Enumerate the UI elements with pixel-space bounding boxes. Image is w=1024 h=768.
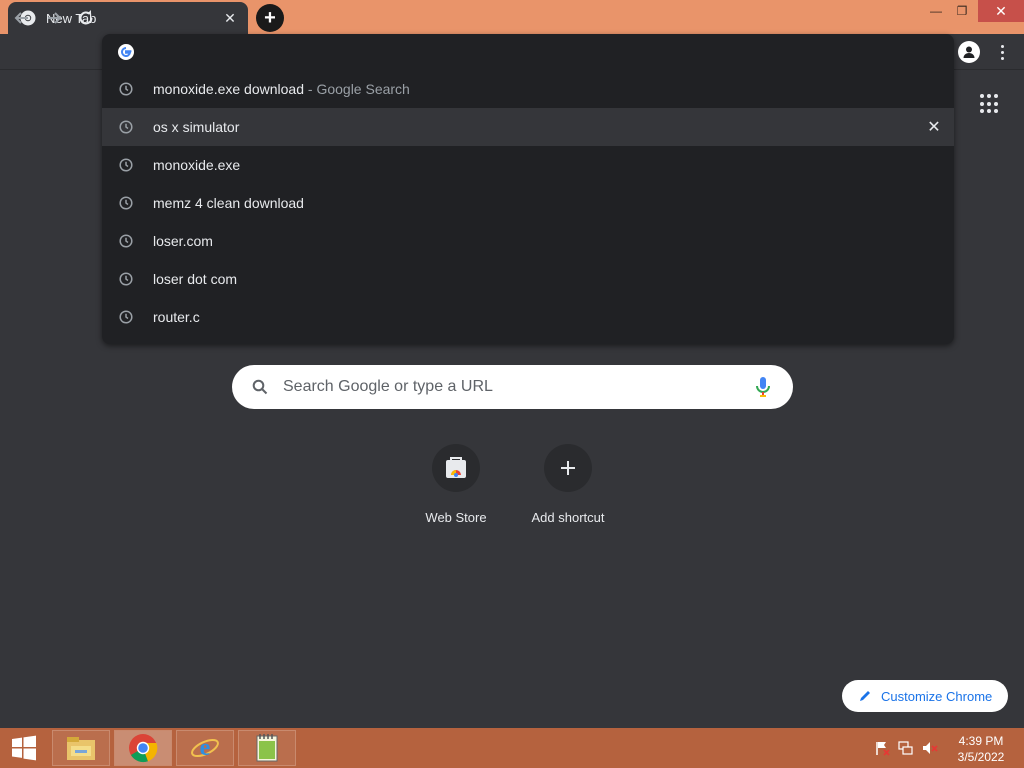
notepad-plus-plus-icon bbox=[256, 734, 278, 762]
shortcut-tile bbox=[432, 444, 480, 492]
suggestion-subtext: - Google Search bbox=[304, 81, 410, 97]
reload-icon[interactable] bbox=[74, 6, 98, 30]
suggestion-item-selected[interactable]: os x simulator ✕ bbox=[102, 108, 954, 146]
tab-title: New Tab bbox=[46, 10, 97, 26]
history-clock-icon bbox=[119, 310, 133, 324]
kebab-menu-icon[interactable] bbox=[992, 41, 1012, 63]
google-g-icon bbox=[118, 44, 134, 60]
profile-avatar-icon[interactable] bbox=[958, 41, 980, 63]
forward-arrow-icon[interactable] bbox=[42, 6, 66, 30]
back-arrow-icon[interactable] bbox=[10, 6, 34, 30]
maximize-button[interactable]: ❐ bbox=[946, 0, 978, 22]
shortcut-label: Web Store bbox=[425, 510, 487, 525]
suggestion-text: loser dot com bbox=[153, 271, 238, 287]
search-box[interactable] bbox=[232, 365, 793, 409]
system-clock[interactable]: 4:39 PM 3/5/2022 bbox=[948, 732, 1014, 766]
shortcut-web-store[interactable]: Web Store bbox=[400, 440, 512, 532]
taskbar: e bbox=[0, 728, 1024, 768]
customize-chrome-button[interactable]: Customize Chrome bbox=[842, 680, 1008, 712]
suggestion-text: router.c bbox=[153, 309, 200, 325]
volume-muted-icon[interactable] bbox=[922, 740, 938, 756]
microphone-icon[interactable] bbox=[753, 376, 773, 398]
suggestion-text: monoxide.exe download - Google Search bbox=[153, 81, 410, 97]
history-clock-icon bbox=[119, 158, 133, 172]
taskbar-file-explorer[interactable] bbox=[52, 730, 110, 766]
history-clock-icon bbox=[119, 120, 133, 134]
start-button[interactable] bbox=[0, 728, 48, 768]
shortcut-tile bbox=[544, 444, 592, 492]
search-input[interactable] bbox=[283, 375, 743, 399]
suggestion-item[interactable]: memz 4 clean download bbox=[102, 184, 954, 222]
suggestion-item[interactable]: monoxide.exe download - Google Search bbox=[102, 70, 954, 108]
tab-close-icon[interactable]: ✕ bbox=[222, 10, 238, 27]
shortcut-label: Add shortcut bbox=[531, 510, 605, 525]
suggestion-item[interactable]: loser dot com bbox=[102, 260, 954, 298]
network-icon[interactable] bbox=[898, 740, 914, 756]
clock-date: 3/5/2022 bbox=[957, 750, 1005, 764]
suggestion-text: loser.com bbox=[153, 233, 213, 249]
suggestion-text: monoxide.exe bbox=[153, 157, 241, 173]
history-clock-icon bbox=[119, 82, 133, 96]
chrome-icon bbox=[129, 734, 158, 763]
action-center-flag-icon[interactable] bbox=[874, 740, 890, 756]
search-icon bbox=[252, 379, 268, 395]
omnibox-dropdown: monoxide.exe download - Google Search os… bbox=[102, 34, 954, 344]
close-window-button[interactable]: ✕ bbox=[978, 0, 1024, 22]
windows-logo-icon bbox=[12, 735, 36, 761]
new-tab-button[interactable]: + bbox=[256, 4, 284, 32]
web-store-icon bbox=[446, 457, 466, 478]
address-bar-input[interactable] bbox=[146, 40, 926, 64]
internet-explorer-icon: e bbox=[191, 735, 219, 761]
suggestion-item[interactable]: router.c bbox=[102, 298, 954, 336]
history-clock-icon bbox=[119, 272, 133, 286]
file-explorer-icon bbox=[67, 737, 95, 760]
remove-suggestion-icon[interactable]: ✕ bbox=[926, 119, 942, 136]
taskbar-chrome[interactable] bbox=[114, 730, 172, 766]
suggestion-item[interactable]: loser.com bbox=[102, 222, 954, 260]
clock-time: 4:39 PM bbox=[958, 734, 1004, 748]
svg-text:e: e bbox=[200, 735, 211, 761]
customize-label: Customize Chrome bbox=[881, 688, 993, 704]
shortcut-add[interactable]: Add shortcut bbox=[512, 440, 624, 532]
history-clock-icon bbox=[119, 234, 133, 248]
google-apps-icon[interactable] bbox=[980, 94, 1000, 114]
history-clock-icon bbox=[119, 196, 133, 210]
suggestion-item[interactable]: monoxide.exe bbox=[102, 146, 954, 184]
suggestion-text: os x simulator bbox=[153, 119, 240, 135]
taskbar-notepad-plus-plus[interactable] bbox=[238, 730, 296, 766]
suggestion-text: memz 4 clean download bbox=[153, 195, 304, 211]
plus-icon bbox=[561, 461, 575, 475]
taskbar-internet-explorer[interactable]: e bbox=[176, 730, 234, 766]
pencil-icon bbox=[860, 691, 870, 701]
